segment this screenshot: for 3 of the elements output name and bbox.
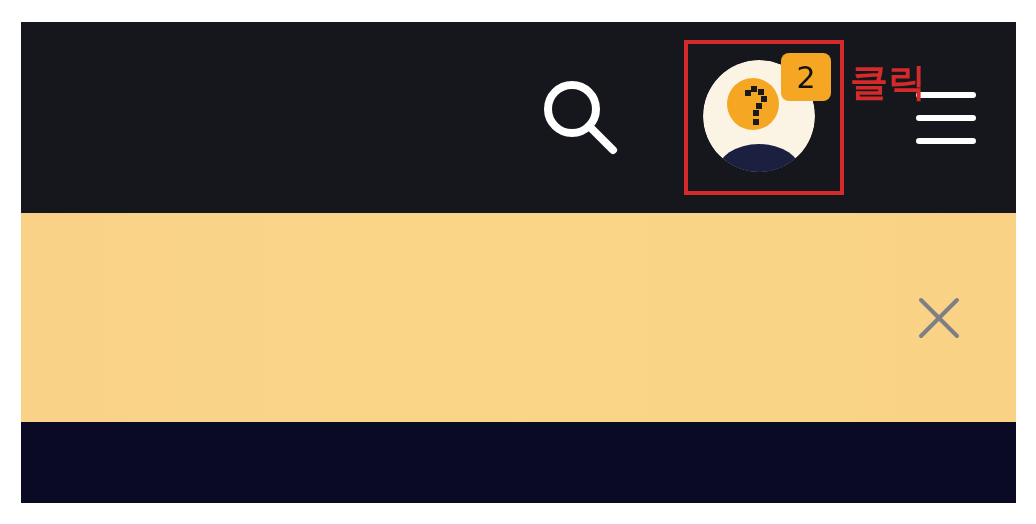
close-icon[interactable] bbox=[917, 295, 961, 340]
annotation-label: 클릭 bbox=[850, 62, 926, 104]
notification-badge: 2 bbox=[781, 53, 831, 101]
